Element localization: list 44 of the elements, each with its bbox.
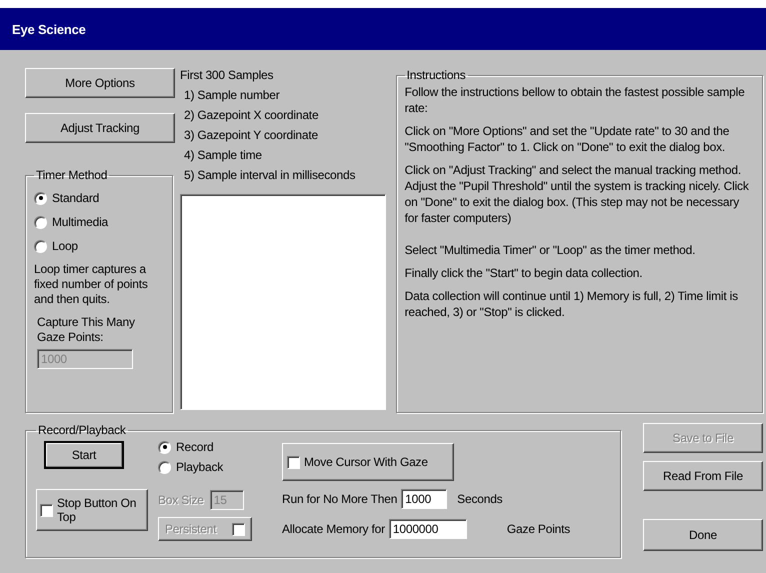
loop-note: Loop timer captures a fixed number of points and then quits. bbox=[34, 262, 149, 307]
window-title: Eye Science bbox=[12, 22, 86, 36]
run-limit-label: Run for No More Then bbox=[282, 492, 398, 506]
checkbox[interactable] bbox=[40, 504, 53, 516]
radio-button[interactable] bbox=[34, 240, 47, 252]
instruction-text: Follow the instructions bellow to obtain the fastest possible sample rate: bbox=[404, 84, 746, 116]
radio-button[interactable] bbox=[34, 192, 47, 204]
move-cursor-toggle[interactable]: Move Cursor With Gaze bbox=[282, 443, 454, 481]
sample-field-item: 2) Gazepoint X coordinate bbox=[183, 108, 320, 124]
run-limit-unit: Seconds bbox=[457, 492, 502, 506]
radio-button[interactable] bbox=[158, 440, 171, 454]
radio-label[interactable]: Playback bbox=[176, 460, 224, 474]
radio-button[interactable] bbox=[34, 216, 47, 228]
instruction-text: Data collection will continue until 1) Memory is full, 2) Time limit is reached, 3) or "Stop" is clicked. bbox=[404, 288, 739, 320]
memory-unit: Gaze Points bbox=[506, 522, 570, 536]
box-size-label: Box Size bbox=[158, 493, 204, 507]
instruction-text: Click on "Adjust Tracking" and select the manual tracking method. Adjust the "Pupil Threshold" until the system is tracking nicely. Click on "Done" to exit the dialog box. (This step may not be necessary for faster computers) bbox=[404, 162, 750, 226]
sample-field-item: 5) Sample interval in milliseconds bbox=[183, 168, 356, 184]
start-button[interactable]: Start bbox=[44, 441, 124, 469]
radio-label[interactable]: Standard bbox=[52, 191, 100, 205]
stop-on-top-toggle[interactable]: Stop Button On Top bbox=[36, 489, 148, 531]
action-button[interactable]: Adjust Tracking bbox=[25, 113, 175, 143]
radio-label[interactable]: Loop bbox=[52, 239, 78, 253]
file-button[interactable]: Done bbox=[643, 519, 763, 551]
sample-field-item: 1) Sample number bbox=[183, 88, 281, 104]
radio-label[interactable]: Multimedia bbox=[52, 215, 108, 229]
group-title: Record/Playback bbox=[37, 423, 127, 437]
capture-label: Capture This Many Gaze Points: bbox=[37, 315, 136, 345]
memory-label: Allocate Memory for bbox=[282, 522, 385, 536]
instruction-text: Select "Multimedia Timer" or "Loop" as the timer method. bbox=[404, 242, 696, 258]
instruction-text: Finally click the "Start" to begin data collection. bbox=[404, 265, 644, 281]
group-title: Instructions bbox=[406, 68, 467, 82]
radio-label[interactable]: Record bbox=[176, 440, 214, 454]
instruction-text: Click on "More Options" and set the "Update rate" to 30 and the "Smoothing Factor" to 1. Click on "Done" to exit the dialog box. bbox=[404, 123, 730, 155]
sample-field-item: 3) Gazepoint Y coordinate bbox=[183, 128, 319, 144]
action-button[interactable]: More Options bbox=[25, 68, 175, 98]
sample-field-item: 4) Sample time bbox=[183, 148, 263, 164]
checkbox[interactable] bbox=[287, 456, 300, 468]
run-limit-field[interactable]: 1000 bbox=[401, 489, 448, 509]
memory-field[interactable]: 1000000 bbox=[388, 519, 467, 539]
file-button[interactable]: Read From File bbox=[643, 461, 763, 491]
group-title: Timer Method bbox=[35, 168, 108, 182]
samples-title: First 300 Samples bbox=[180, 68, 274, 84]
radio-button[interactable] bbox=[158, 460, 171, 474]
